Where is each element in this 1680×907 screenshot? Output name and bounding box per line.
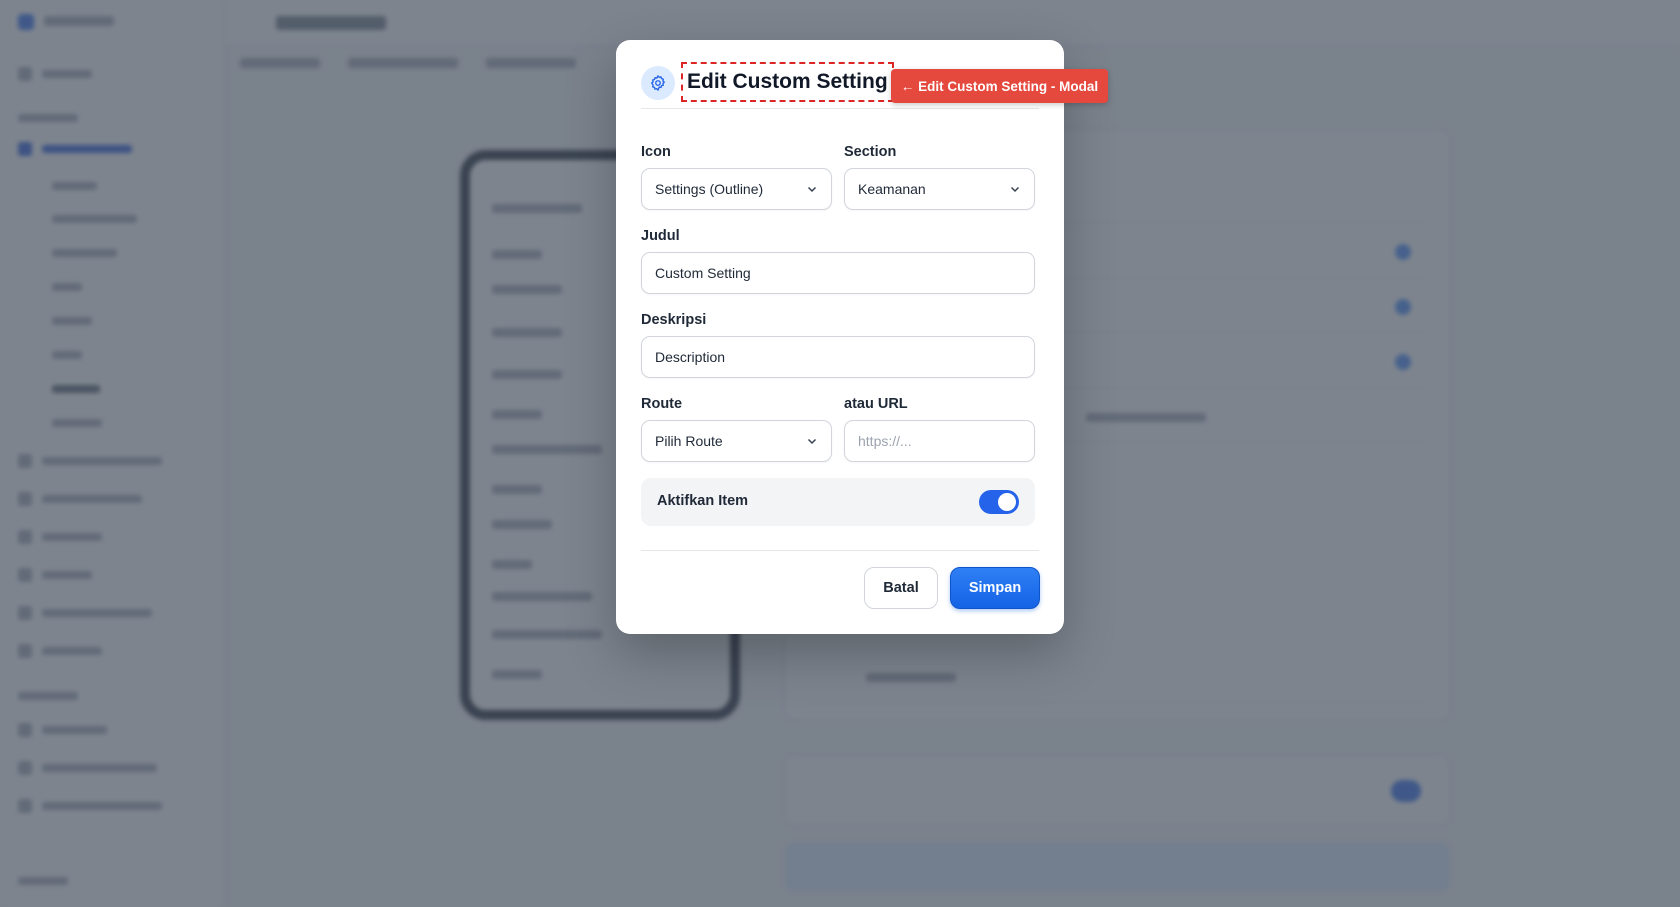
deskripsi-label: Deskripsi	[641, 312, 707, 328]
section-select-value: Keamanan	[858, 181, 926, 197]
modal-title: Edit Custom Setting	[681, 62, 894, 102]
active-item-row: Aktifkan Item	[641, 478, 1035, 526]
cancel-button[interactable]: Batal	[864, 567, 938, 609]
section-select[interactable]: Keamanan	[844, 168, 1035, 210]
chevron-down-icon	[1010, 186, 1020, 193]
judul-input[interactable]: Custom Setting	[641, 252, 1035, 294]
url-label: atau URL	[844, 396, 908, 412]
judul-label: Judul	[641, 228, 680, 244]
gear-icon	[641, 66, 675, 100]
url-input[interactable]: https://...	[844, 420, 1035, 462]
active-item-toggle[interactable]	[979, 490, 1019, 514]
chevron-down-icon	[807, 438, 817, 445]
footer-divider	[641, 550, 1039, 551]
deskripsi-input-value: Description	[655, 349, 726, 365]
url-input-placeholder: https://...	[858, 433, 912, 449]
active-item-label: Aktifkan Item	[657, 493, 749, 509]
chevron-down-icon	[807, 186, 817, 193]
toggle-knob	[998, 493, 1016, 511]
route-label: Route	[641, 396, 683, 412]
section-label: Section	[844, 144, 897, 160]
deskripsi-input[interactable]: Description	[641, 336, 1035, 378]
icon-select-value: Settings (Outline)	[655, 181, 764, 197]
route-select-value: Pilih Route	[655, 433, 723, 449]
save-button[interactable]: Simpan	[950, 567, 1040, 609]
edit-custom-setting-modal: Edit Custom Setting Icon Settings (Outli…	[616, 40, 1064, 634]
judul-input-value: Custom Setting	[655, 265, 751, 281]
icon-label: Icon	[641, 144, 671, 160]
icon-select[interactable]: Settings (Outline)	[641, 168, 832, 210]
route-select[interactable]: Pilih Route	[641, 420, 832, 462]
annotation-label: ← Edit Custom Setting - Modal	[891, 69, 1108, 103]
